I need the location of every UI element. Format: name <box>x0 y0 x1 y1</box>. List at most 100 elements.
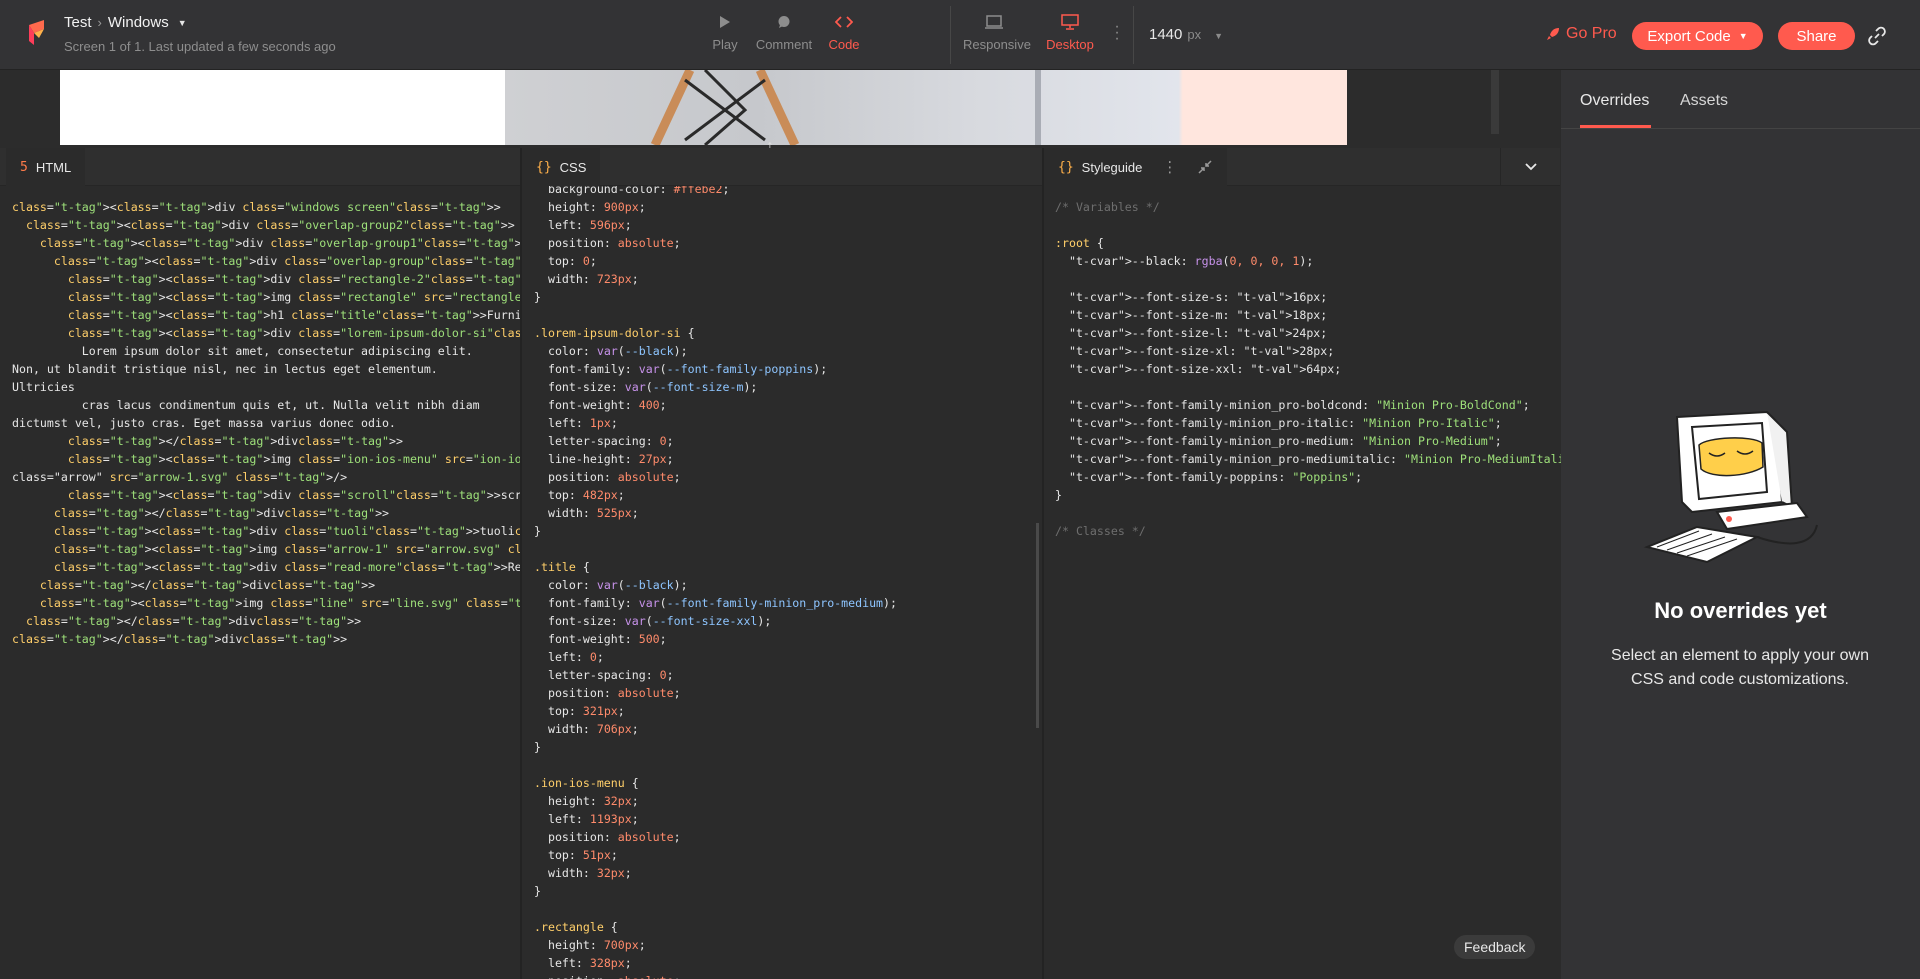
width-unit: px <box>1187 27 1202 42</box>
css-code-line: letter-spacing: 0; <box>547 434 674 448</box>
css-code-line: font-weight: 500; <box>547 632 667 646</box>
css-code-line: top: 51px; <box>547 848 618 862</box>
css-code-line: top: 482px; <box>547 488 625 502</box>
tab-styleguide[interactable]: {} Styleguide ⋮ <box>1044 148 1228 186</box>
share-button[interactable]: Share <box>1778 22 1855 50</box>
screen-status: Screen 1 of 1. Last updated a few second… <box>64 39 336 54</box>
tab-assets[interactable]: Assets <box>1680 92 1728 110</box>
css-code-line: font-size: var(--font-size-m); <box>547 380 758 394</box>
chevron-down-icon[interactable]: ▼ <box>1214 31 1223 41</box>
chevron-down-icon: ▼ <box>1738 31 1748 41</box>
styleguide-code-line: "t-cvar">--font-size-xxl: "t-val">64px; <box>1068 362 1342 376</box>
divider <box>1133 6 1134 64</box>
css-code-line: left: 1193px; <box>547 812 639 826</box>
desktop-icon <box>1061 14 1079 30</box>
css-code-line: top: 0; <box>547 254 597 268</box>
styleguide-code-line: "t-cvar">--font-size-m: "t-val">18px; <box>1068 308 1328 322</box>
empty-state-title: No overrides yet <box>1654 598 1827 623</box>
styleguide-code-line: "t-cvar">--font-family-minion_pro-medium… <box>1068 434 1502 448</box>
css-code-line: } <box>534 740 541 754</box>
css-code-line: font-family: var(--font-family-poppins); <box>547 362 828 376</box>
styleguide-code-line: "t-cvar">--font-family-poppins: "Poppins… <box>1068 470 1363 484</box>
breadcrumb[interactable]: Test › Windows ▼ <box>64 14 187 31</box>
styleguide-code-line <box>1055 270 1586 288</box>
css-code-line: position: absolute; <box>547 830 681 844</box>
css-code-line: .ion-ios-menu { <box>534 776 639 790</box>
css-code-line: left: 0; <box>547 650 604 664</box>
css-code-line <box>534 306 897 324</box>
code-button[interactable]: Code <box>812 12 876 52</box>
styleguide-code-line <box>1055 378 1586 396</box>
go-pro-button[interactable]: Go Pro <box>1546 25 1617 43</box>
css-code-line: position: absolute; <box>547 470 681 484</box>
divider <box>950 6 951 64</box>
css-code-line: .title { <box>534 560 590 574</box>
css-code-line: left: 596px; <box>547 218 632 232</box>
styleguide-code-line: "t-cvar">--font-size-l: "t-val">24px; <box>1068 326 1328 340</box>
chevron-down-icon <box>1524 163 1537 171</box>
styleguide-code-line: "t-cvar">--font-family-minion_pro-medium… <box>1068 452 1586 466</box>
braces-icon: {} <box>1058 159 1074 175</box>
desktop-button[interactable]: Desktop <box>1038 12 1102 52</box>
preview-chair-image <box>505 70 1347 145</box>
panel-collapse-button[interactable] <box>1500 148 1560 186</box>
css-code-line: width: 723px; <box>547 272 639 286</box>
chair-illustration <box>650 70 1041 145</box>
styleguide-code-line: } <box>1055 488 1062 502</box>
preview-scrollbar[interactable] <box>1491 70 1499 134</box>
divider <box>1561 128 1920 129</box>
css-code-line <box>534 900 897 918</box>
responsive-button[interactable]: Responsive <box>963 12 1031 52</box>
css-code-line: .rectangle { <box>534 920 618 934</box>
css-panel: background-color: #ffebe2; height: 900px… <box>522 148 1042 979</box>
css-code-line: line-height: 27px; <box>547 452 674 466</box>
css-code-line: position: absolute; <box>547 236 681 250</box>
more-options-icon[interactable]: · · · <box>1113 19 1121 47</box>
css-scrollbar[interactable] <box>1036 523 1039 728</box>
design-preview[interactable] <box>0 70 1560 148</box>
feedback-button[interactable]: Feedback <box>1454 935 1536 959</box>
more-options-icon[interactable]: ⋮ <box>1162 158 1177 176</box>
styleguide-code-line: "t-cvar">--font-size-s: "t-val">16px; <box>1068 290 1328 304</box>
screen-name[interactable]: Windows <box>108 14 169 31</box>
project-name[interactable]: Test <box>64 14 92 31</box>
css-code-editor[interactable]: background-color: #ffebe2; height: 900px… <box>534 180 897 979</box>
styleguide-code-line: "t-cvar">--font-size-xl: "t-val">28px; <box>1068 344 1335 358</box>
css-code-line: position: absolute; <box>534 972 897 979</box>
link-icon[interactable] <box>1867 26 1887 46</box>
export-code-button[interactable]: Export Code ▼ <box>1632 22 1763 50</box>
styleguide-code-line: /* Variables */ <box>1055 200 1160 214</box>
empty-state-description: Select an element to apply your own CSS … <box>1611 647 1869 688</box>
preview-page-background <box>60 70 505 145</box>
play-button[interactable]: Play <box>693 12 757 52</box>
css-code-line: .lorem-ipsum-dolor-si { <box>534 326 695 340</box>
styleguide-code-line: "t-cvar">--font-family-minion_pro-italic… <box>1068 416 1502 430</box>
css-code-line: top: 321px; <box>547 704 625 718</box>
css-code-line: color: var(--black); <box>547 578 688 592</box>
width-value[interactable]: 1440 <box>1149 26 1182 43</box>
css-code-line: } <box>534 884 541 898</box>
styleguide-code-editor[interactable]: /* Variables */ :root { "t-cvar">--black… <box>1055 198 1586 540</box>
collapse-icon[interactable] <box>1197 159 1213 175</box>
code-icon <box>835 16 853 28</box>
computer-illustration <box>1643 410 1818 564</box>
tab-html[interactable]: 5 HTML <box>6 148 86 186</box>
overrides-panel: Overrides Assets <box>1561 70 1920 979</box>
css-code-line <box>534 540 897 558</box>
styleguide-code-line: "t-cvar">--font-family-minion_pro-boldco… <box>1068 398 1530 412</box>
css-code-line: font-size: var(--font-size-xxl); <box>547 614 772 628</box>
css-code-line: color: var(--black); <box>547 344 688 358</box>
chevron-down-icon[interactable]: ▼ <box>178 18 187 28</box>
comment-button[interactable]: Comment <box>752 12 816 52</box>
styleguide-code-line <box>1055 216 1586 234</box>
anima-logo-icon[interactable] <box>27 19 51 46</box>
html5-icon: 5 <box>20 159 28 175</box>
css-code-line: height: 700px; <box>547 938 646 952</box>
tab-overrides[interactable]: Overrides <box>1580 92 1649 110</box>
tab-css[interactable]: {} CSS <box>522 148 601 186</box>
screen-width-select[interactable]: 1440 px ▼ <box>1149 26 1223 43</box>
styleguide-panel: {} Styleguide ⋮ /* Variables */ :root { … <box>1044 148 1586 979</box>
css-code-line: width: 706px; <box>547 722 639 736</box>
css-code-line: } <box>534 524 541 538</box>
css-code-line: width: 525px; <box>547 506 639 520</box>
